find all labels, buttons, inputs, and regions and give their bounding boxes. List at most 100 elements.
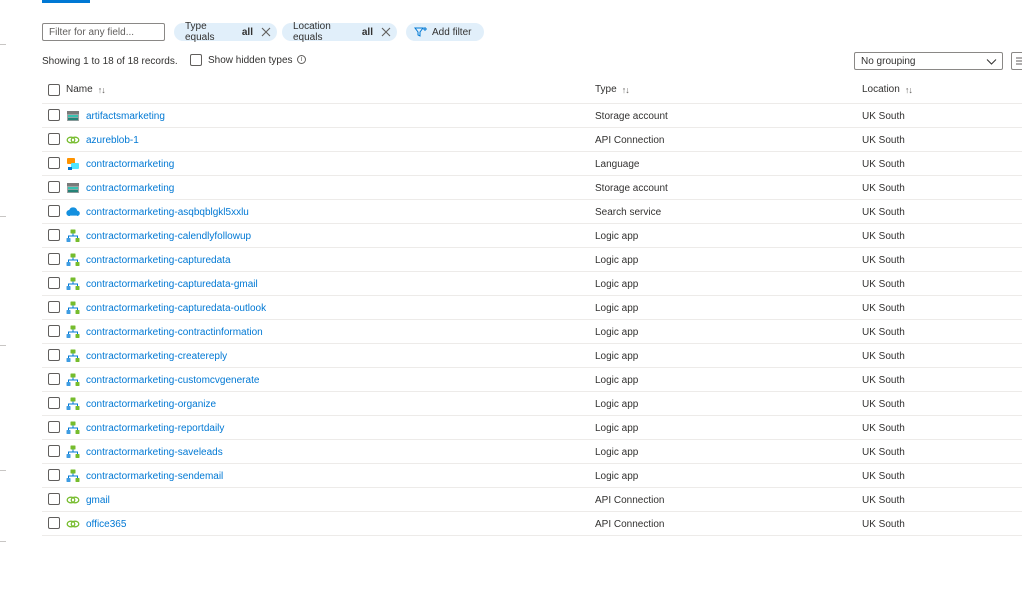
location-filter-label: Location equals: [293, 21, 331, 43]
row-checkbox[interactable]: [48, 253, 60, 265]
table-row[interactable]: contractormarketing Language UK South: [42, 152, 1022, 176]
logic-app-icon: [66, 421, 80, 435]
row-checkbox[interactable]: [48, 181, 60, 193]
location-filter-pill[interactable]: Location equals all: [282, 21, 397, 43]
table-row[interactable]: contractormarketing-capturedata-outlook L…: [42, 296, 1022, 320]
resource-location: UK South: [862, 279, 905, 290]
resource-name-link[interactable]: contractormarketing-customcvgenerate: [86, 375, 259, 386]
row-checkbox[interactable]: [48, 421, 60, 433]
row-checkbox[interactable]: [48, 277, 60, 289]
table-row[interactable]: contractormarketing-organize Logic app UK …: [42, 392, 1022, 416]
resource-type: Storage account: [595, 183, 668, 194]
add-filter-label: Add filter: [432, 26, 472, 38]
table-row[interactable]: contractormarketing-capturedata-gmail Log…: [42, 272, 1022, 296]
resource-name-link[interactable]: contractormarketing-sendemail: [86, 471, 223, 482]
resource-location: UK South: [862, 447, 905, 458]
resource-name-link[interactable]: contractormarketing-createreply: [86, 351, 227, 362]
row-checkbox[interactable]: [48, 133, 60, 145]
row-checkbox[interactable]: [48, 517, 60, 529]
resource-location: UK South: [862, 375, 905, 386]
row-checkbox[interactable]: [48, 301, 60, 313]
info-icon[interactable]: i: [297, 55, 306, 64]
resource-type: Logic app: [595, 231, 639, 242]
logic-app-icon: [66, 397, 80, 411]
column-header-name[interactable]: Name ↑↓: [66, 84, 106, 95]
resource-name-link[interactable]: contractormarketing-contractinformation: [86, 327, 263, 338]
search-service-icon: [66, 205, 80, 219]
table-row[interactable]: gmail API Connection UK South: [42, 488, 1022, 512]
filter-input[interactable]: [42, 23, 165, 41]
close-icon[interactable]: [381, 27, 391, 37]
close-icon[interactable]: [261, 27, 271, 37]
resource-name-link[interactable]: contractormarketing-asqbqblgkl5xxlu: [86, 207, 249, 218]
row-checkbox[interactable]: [48, 157, 60, 169]
add-filter-button[interactable]: Add filter: [406, 23, 484, 41]
row-checkbox[interactable]: [48, 445, 60, 457]
chevron-down-icon: [986, 56, 997, 70]
resource-name-link[interactable]: office365: [86, 519, 126, 530]
resource-name-link[interactable]: gmail: [86, 495, 110, 506]
table-row[interactable]: office365 API Connection UK South: [42, 512, 1022, 536]
table-row[interactable]: contractormarketing-sendemail Logic app UK…: [42, 464, 1022, 488]
table-row[interactable]: azureblob-1 API Connection UK South: [42, 128, 1022, 152]
row-checkbox[interactable]: [48, 349, 60, 361]
table-row[interactable]: contractormarketing-calendlyfollowup Logi…: [42, 224, 1022, 248]
table-row[interactable]: artifactsmarketing Storage account UK Sout…: [42, 104, 1022, 128]
resource-location: UK South: [862, 207, 905, 218]
column-header-name-label: Name: [66, 84, 93, 95]
resource-type: Logic app: [595, 471, 639, 482]
resource-name-link[interactable]: contractormarketing-capturedata-outlook: [86, 303, 266, 314]
resource-name-link[interactable]: artifactsmarketing: [86, 111, 165, 122]
resource-name-link[interactable]: contractormarketing: [86, 159, 174, 170]
select-all-checkbox[interactable]: [48, 84, 60, 96]
left-edge-divider: [0, 44, 6, 45]
resource-name-link[interactable]: contractormarketing: [86, 183, 174, 194]
table-row[interactable]: contractormarketing-contractinformation L…: [42, 320, 1022, 344]
resource-name-link[interactable]: contractormarketing-capturedata-gmail: [86, 279, 258, 290]
resource-location: UK South: [862, 255, 905, 266]
column-header-location[interactable]: Location ↑↓: [862, 84, 913, 95]
resource-name-link[interactable]: contractormarketing-capturedata: [86, 255, 231, 266]
logic-app-icon: [66, 253, 80, 267]
logic-app-icon: [66, 349, 80, 363]
resource-name-link[interactable]: azureblob-1: [86, 135, 139, 146]
table-row[interactable]: contractormarketing Storage account UK Sou…: [42, 176, 1022, 200]
grouping-dropdown[interactable]: No grouping: [854, 52, 1003, 70]
row-checkbox[interactable]: [48, 109, 60, 121]
resource-name-link[interactable]: contractormarketing-organize: [86, 399, 216, 410]
resource-type: Logic app: [595, 351, 639, 362]
resource-type: Search service: [595, 207, 662, 218]
left-edge-divider: [0, 345, 6, 346]
resource-name-link[interactable]: contractormarketing-saveleads: [86, 447, 223, 458]
table-row[interactable]: contractormarketing-createreply Logic app…: [42, 344, 1022, 368]
resource-location: UK South: [862, 327, 905, 338]
resource-type: Language: [595, 159, 640, 170]
table-row[interactable]: contractormarketing-reportdaily Logic app…: [42, 416, 1022, 440]
row-checkbox[interactable]: [48, 397, 60, 409]
logic-app-icon: [66, 373, 80, 387]
logic-app-icon: [66, 469, 80, 483]
table-row[interactable]: contractormarketing-asqbqblgkl5xxlu Searc…: [42, 200, 1022, 224]
column-header-type[interactable]: Type ↑↓: [595, 84, 630, 95]
row-checkbox[interactable]: [48, 373, 60, 385]
row-checkbox[interactable]: [48, 205, 60, 217]
row-divider: [42, 535, 1022, 536]
resource-name-link[interactable]: contractormarketing-calendlyfollowup: [86, 231, 251, 242]
resource-type: Logic app: [595, 255, 639, 266]
list-view-icon: [1016, 57, 1022, 65]
api-connection-icon: [66, 493, 80, 507]
row-checkbox[interactable]: [48, 469, 60, 481]
show-hidden-types-checkbox[interactable]: [190, 54, 202, 66]
storage-account-icon: [66, 109, 80, 123]
resource-location: UK South: [862, 399, 905, 410]
list-view-button[interactable]: [1011, 52, 1022, 70]
row-checkbox[interactable]: [48, 325, 60, 337]
table-row[interactable]: contractormarketing-customcvgenerate Logi…: [42, 368, 1022, 392]
table-row[interactable]: contractormarketing-saveleads Logic app UK…: [42, 440, 1022, 464]
table-row[interactable]: contractormarketing-capturedata Logic app…: [42, 248, 1022, 272]
row-checkbox[interactable]: [48, 229, 60, 241]
type-filter-pill[interactable]: Type equals all: [174, 21, 277, 43]
row-checkbox[interactable]: [48, 493, 60, 505]
resource-name-link[interactable]: contractormarketing-reportdaily: [86, 423, 224, 434]
location-filter-value: all: [361, 26, 373, 38]
